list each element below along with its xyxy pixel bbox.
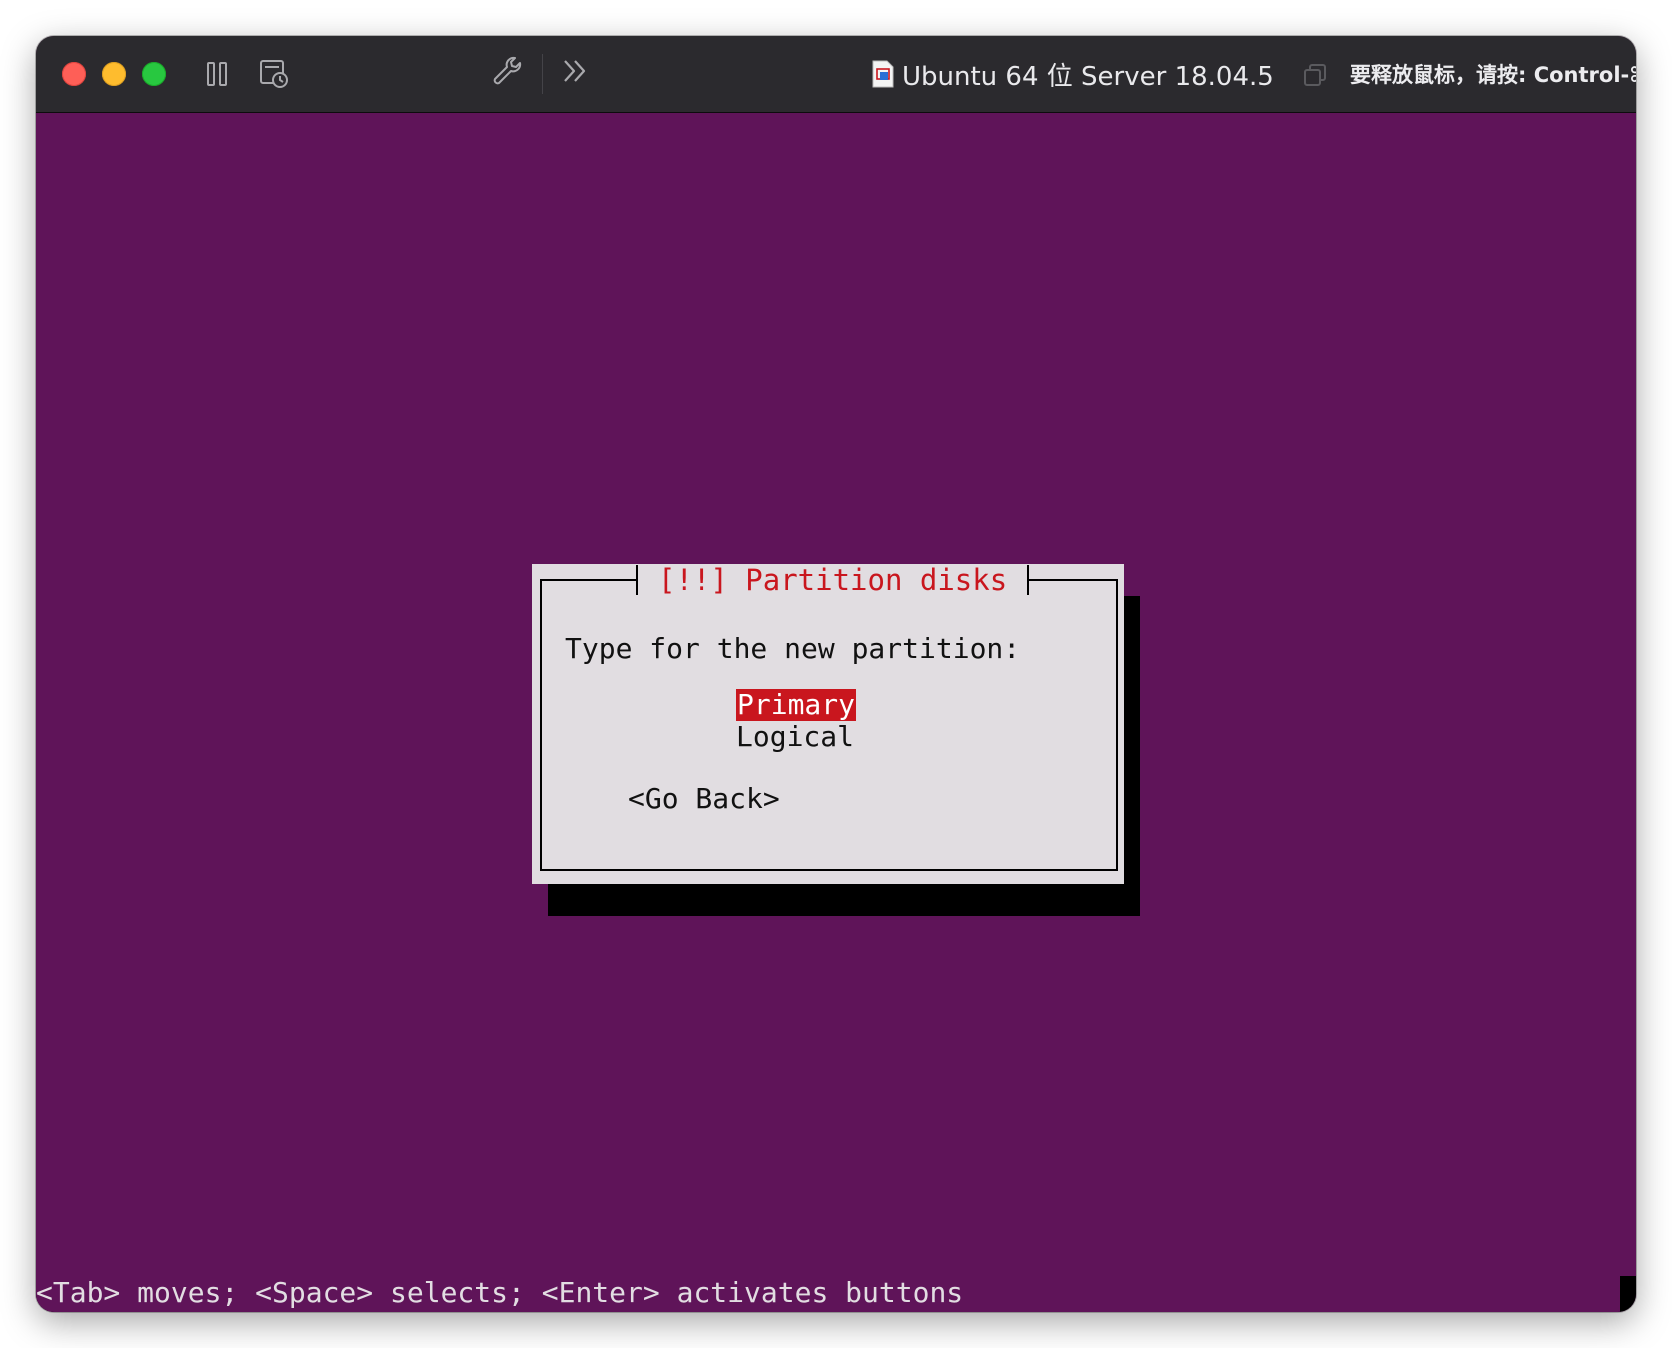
chevrons-right-icon[interactable] xyxy=(560,56,590,86)
option-primary[interactable]: Primary xyxy=(736,689,857,721)
vm-window: Ubuntu 64 位 Server 18.04.5 要释放鼠标，请按: Con… xyxy=(36,36,1636,1312)
go-back-button[interactable]: <Go Back> xyxy=(628,783,780,815)
window-title-text: Ubuntu 64 位 Server 18.04.5 xyxy=(902,61,1274,92)
pause-icon[interactable] xyxy=(204,60,230,88)
partition-dialog: [!!] Partition disks Type for the new pa… xyxy=(532,564,1124,884)
option-logical[interactable]: Logical xyxy=(736,721,854,753)
restore-window-icon[interactable] xyxy=(1302,62,1328,88)
minimize-button[interactable] xyxy=(102,62,126,86)
vm-document-icon xyxy=(872,60,894,88)
status-bar: <Tab> moves; <Space> selects; <Enter> ac… xyxy=(36,1276,1636,1312)
close-button[interactable] xyxy=(62,62,86,86)
keyboard-help-text: <Tab> moves; <Space> selects; <Enter> ac… xyxy=(36,1276,1620,1312)
wrench-icon[interactable] xyxy=(490,54,524,88)
toolbar-divider xyxy=(542,54,543,94)
vm-screen[interactable]: [!!] Partition disks Type for the new pa… xyxy=(36,113,1636,1312)
dialog-title: [!!] Partition disks xyxy=(636,565,1030,595)
partition-type-question: Type for the new partition: xyxy=(565,632,1021,665)
release-mouse-hint: 要释放鼠标，请按: Control-⌘ xyxy=(1350,63,1636,87)
fullscreen-button[interactable] xyxy=(142,62,166,86)
window-title: Ubuntu 64 位 Server 18.04.5 xyxy=(872,54,1274,94)
snapshot-icon[interactable] xyxy=(258,58,290,90)
window-titlebar: Ubuntu 64 位 Server 18.04.5 要释放鼠标，请按: Con… xyxy=(36,36,1636,113)
